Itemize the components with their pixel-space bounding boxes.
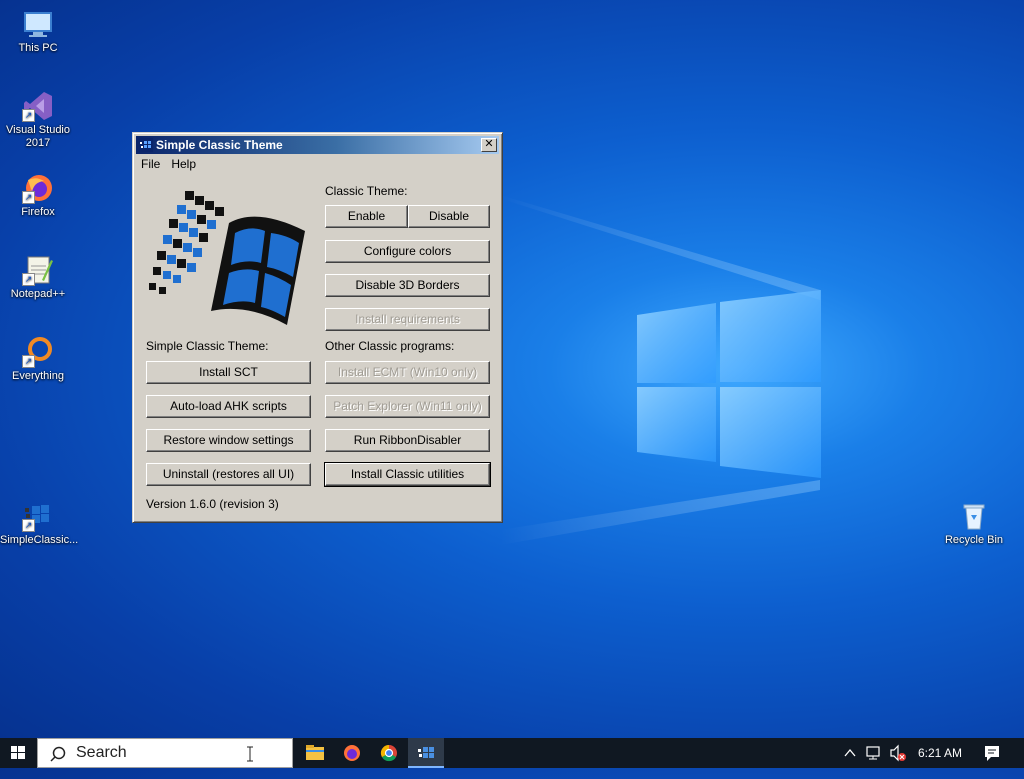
clock[interactable]: 6:21 AM <box>918 738 962 768</box>
sct-section-label: Simple Classic Theme: <box>146 339 269 353</box>
visual-studio-icon: ↗ <box>22 90 54 122</box>
run-ribbondisabler-button[interactable]: Run RibbonDisabler <box>325 429 490 452</box>
desktop-icon-simpleclassic[interactable]: ↗ SimpleClassic... <box>0 500 79 547</box>
version-text: Version 1.6.0 (revision 3) <box>146 497 279 511</box>
folder-icon <box>306 745 324 760</box>
install-sct-button[interactable]: Install SCT <box>146 361 311 384</box>
taskbar-file-explorer[interactable] <box>297 738 333 768</box>
desktop-icon-label: This PC <box>18 42 58 54</box>
install-ecmt-button[interactable]: Install ECMT (Win10 only) <box>325 361 490 384</box>
disable-3d-borders-button[interactable]: Disable 3D Borders <box>325 274 490 297</box>
restore-window-settings-button[interactable]: Restore window settings <box>146 429 311 452</box>
taskbar: Search 6:21 AM <box>0 738 1024 768</box>
logo-trail-squares <box>149 191 224 294</box>
notepadpp-icon: ↗ <box>22 254 54 286</box>
chrome-icon <box>380 744 397 762</box>
menu-file[interactable]: File <box>136 157 166 171</box>
desktop-icon-label: Notepad++ <box>10 288 66 300</box>
desktop-icon-label: Visual Studio 2017 <box>5 124 70 149</box>
desktop-icon-firefox[interactable]: ↗ Firefox <box>0 172 76 219</box>
search-placeholder: Search <box>76 744 127 761</box>
desktop-icon-label: Firefox <box>21 206 55 218</box>
configure-colors-button[interactable]: Configure colors <box>325 240 490 263</box>
everything-search-icon: ↗ <box>22 336 54 368</box>
network-icon[interactable] <box>864 738 884 768</box>
windows-classic-logo <box>149 191 305 325</box>
taskbar-simple-classic-theme[interactable] <box>408 738 444 768</box>
search-icon <box>50 746 66 762</box>
search-box[interactable]: Search <box>37 738 293 768</box>
start-button[interactable] <box>0 738 36 768</box>
window-title: Simple Classic Theme <box>156 138 283 152</box>
shortcut-arrow-icon: ↗ <box>22 519 35 532</box>
text-cursor-icon <box>247 746 253 762</box>
other-programs-label: Other Classic programs: <box>325 339 455 353</box>
shortcut-arrow-icon: ↗ <box>22 273 35 286</box>
shortcut-arrow-icon: ↗ <box>22 109 35 122</box>
simple-classic-theme-window: Simple Classic Theme ✕ File Help Classic… <box>132 132 503 523</box>
classic-theme-label: Classic Theme: <box>325 184 408 198</box>
volume-muted-icon[interactable] <box>888 738 908 768</box>
computer-icon <box>22 8 54 40</box>
desktop-icon-label: SimpleClassic... <box>0 534 79 546</box>
shortcut-arrow-icon: ↗ <box>22 355 35 368</box>
firefox-icon <box>344 745 360 761</box>
install-requirements-button[interactable]: Install requirements <box>325 308 490 331</box>
shortcut-arrow-icon: ↗ <box>22 191 35 204</box>
autoload-ahk-button[interactable]: Auto-load AHK scripts <box>146 395 311 418</box>
desktop-icon-everything[interactable]: ↗ Everything <box>0 336 76 383</box>
chevron-up-icon[interactable] <box>842 738 858 768</box>
close-button[interactable]: ✕ <box>481 138 497 152</box>
taskbar-firefox[interactable] <box>334 738 370 768</box>
app-icon <box>139 138 153 152</box>
title-bar[interactable]: Simple Classic Theme ✕ <box>136 136 499 154</box>
firefox-icon: ↗ <box>22 172 54 204</box>
patch-explorer-button[interactable]: Patch Explorer (Win11 only) <box>325 395 490 418</box>
notifications-icon[interactable] <box>982 738 1002 768</box>
simple-classic-theme-icon: ↗ <box>22 500 54 532</box>
desktop-icon-recycle-bin[interactable]: Recycle Bin <box>936 500 1012 547</box>
menu-help[interactable]: Help <box>166 157 202 171</box>
taskbar-chrome[interactable] <box>371 738 407 768</box>
desktop-icon-label: Everything <box>12 370 64 382</box>
simple-classic-theme-icon <box>418 747 434 758</box>
uninstall-button[interactable]: Uninstall (restores all UI) <box>146 463 311 486</box>
desktop-icon-notepadpp[interactable]: ↗ Notepad++ <box>0 254 76 301</box>
recycle-bin-icon <box>958 500 990 532</box>
disable-button[interactable]: Disable <box>408 205 490 228</box>
enable-button[interactable]: Enable <box>325 205 408 228</box>
menu-bar: File Help <box>136 155 202 173</box>
desktop-icon-this-pc[interactable]: This PC <box>0 8 76 55</box>
desktop-icon-label: Recycle Bin <box>944 534 1004 546</box>
desktop-icon-visual-studio[interactable]: ↗ Visual Studio 2017 <box>0 90 76 150</box>
windows-logo-icon <box>11 746 25 759</box>
install-classic-utilities-button[interactable]: Install Classic utilities <box>324 462 491 487</box>
